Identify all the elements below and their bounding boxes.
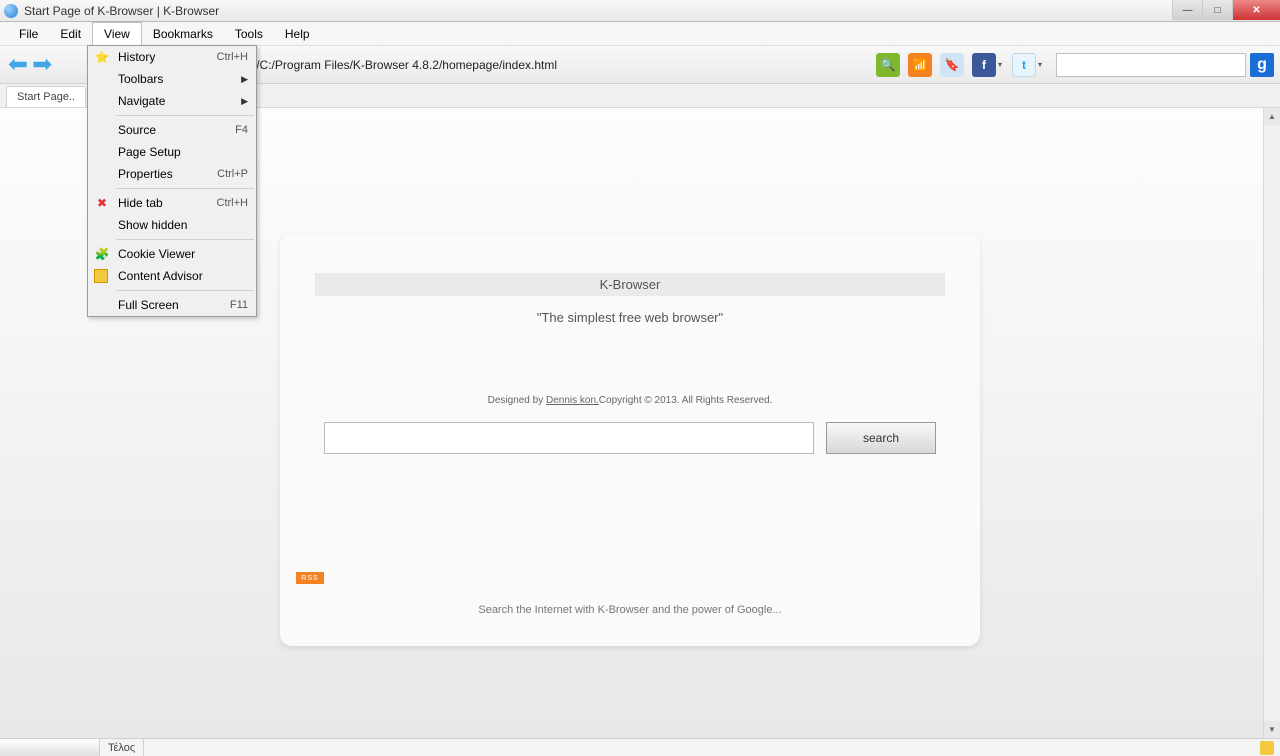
menu-item-toolbars[interactable]: Toolbars ▶ — [88, 68, 256, 90]
back-button[interactable]: ⬅ — [8, 50, 28, 79]
rss-icon[interactable]: 📶 — [908, 53, 932, 77]
menu-item-page-setup[interactable]: Page Setup — [88, 141, 256, 163]
menu-item-full-screen[interactable]: Full Screen F11 — [88, 294, 256, 316]
advisor-icon — [94, 269, 108, 283]
bookmark-icon[interactable]: 🔖 — [940, 53, 964, 77]
designer-link[interactable]: Dennis kon. — [546, 395, 599, 406]
window-controls: — □ ✕ — [1172, 0, 1280, 20]
menu-help[interactable]: Help — [274, 23, 321, 45]
rss-badge-icon[interactable]: RSS — [296, 572, 324, 584]
scroll-down-icon[interactable]: ▼ — [1264, 721, 1280, 738]
homepage-search-row: search — [300, 422, 960, 454]
menu-bar: File Edit View Bookmarks Tools Help — [0, 22, 1280, 46]
star-icon: ⭐ — [94, 49, 110, 65]
menu-item-hide-tab[interactable]: ✖ Hide tab Ctrl+H — [88, 192, 256, 214]
forward-button[interactable]: ➡ — [32, 50, 52, 79]
homepage-title: K-Browser — [315, 273, 945, 296]
window-titlebar: Start Page of K-Browser | K-Browser — □ … — [0, 0, 1280, 22]
dropdown-arrow-icon[interactable]: ▾ — [998, 60, 1002, 69]
search-engine-icon[interactable]: 🔍 — [876, 53, 900, 77]
menu-separator — [116, 115, 254, 116]
window-title: Start Page of K-Browser | K-Browser — [24, 4, 219, 18]
menu-edit[interactable]: Edit — [49, 23, 92, 45]
status-segment-progress — [0, 739, 100, 756]
menu-file[interactable]: File — [8, 23, 49, 45]
submenu-arrow-icon: ▶ — [241, 96, 248, 107]
dropdown-arrow-icon[interactable]: ▾ — [1038, 60, 1042, 69]
facebook-icon[interactable]: f — [972, 53, 996, 77]
menu-item-navigate[interactable]: Navigate ▶ — [88, 90, 256, 112]
menu-tools[interactable]: Tools — [224, 23, 274, 45]
menu-view[interactable]: View — [92, 22, 142, 45]
menu-item-show-hidden[interactable]: Show hidden — [88, 214, 256, 236]
security-shield-icon[interactable] — [1260, 741, 1274, 755]
twitter-icon[interactable]: t — [1012, 53, 1036, 77]
tab-start-page[interactable]: Start Page.. — [6, 86, 86, 107]
homepage-search-input[interactable] — [324, 422, 814, 454]
menu-item-content-advisor[interactable]: Content Advisor — [88, 265, 256, 287]
scroll-up-icon[interactable]: ▲ — [1264, 108, 1280, 125]
status-text: Τέλος — [100, 739, 144, 756]
vertical-scrollbar[interactable]: ▲ ▼ — [1263, 108, 1280, 738]
homepage-footer-text: Search the Internet with K-Browser and t… — [300, 604, 960, 616]
menu-item-properties[interactable]: Properties Ctrl+P — [88, 163, 256, 185]
view-dropdown: ⭐ History Ctrl+H Toolbars ▶ Navigate ▶ S… — [87, 45, 257, 317]
google-search-button[interactable]: g — [1250, 53, 1274, 77]
menu-separator — [116, 290, 254, 291]
menu-item-cookie-viewer[interactable]: 🧩 Cookie Viewer — [88, 243, 256, 265]
minimize-button[interactable]: — — [1172, 0, 1202, 20]
menu-separator — [116, 188, 254, 189]
submenu-arrow-icon: ▶ — [241, 74, 248, 85]
menu-bookmarks[interactable]: Bookmarks — [142, 23, 224, 45]
menu-item-history[interactable]: ⭐ History Ctrl+H — [88, 46, 256, 68]
homepage-search-button[interactable]: search — [826, 422, 936, 454]
address-bar[interactable]: ile:///C:/Program Files/K-Browser 4.8.2/… — [234, 58, 557, 72]
maximize-button[interactable]: □ — [1202, 0, 1232, 20]
homepage-credit: Designed by Dennis kon.Copyright © 2013.… — [300, 395, 960, 406]
app-globe-icon — [4, 4, 18, 18]
menu-separator — [116, 239, 254, 240]
status-bar: Τέλος — [0, 738, 1280, 756]
toolbar-search-input[interactable] — [1056, 53, 1246, 77]
close-button[interactable]: ✕ — [1232, 0, 1280, 20]
homepage-subtitle: "The simplest free web browser" — [300, 310, 960, 325]
puzzle-icon: 🧩 — [94, 246, 110, 262]
homepage-card: K-Browser "The simplest free web browser… — [280, 233, 980, 646]
menu-item-source[interactable]: Source F4 — [88, 119, 256, 141]
x-icon: ✖ — [94, 195, 110, 211]
